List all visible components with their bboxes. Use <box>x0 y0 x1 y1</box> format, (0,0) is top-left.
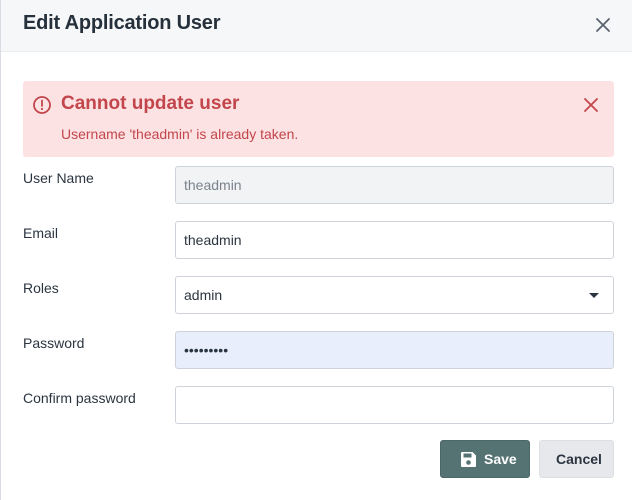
password-label: Password <box>23 335 85 351</box>
confirm-password-field[interactable] <box>175 386 614 424</box>
email-field[interactable]: theadmin <box>175 221 614 259</box>
cancel-button[interactable]: Cancel <box>539 440 614 478</box>
alert-close-icon[interactable] <box>581 95 601 115</box>
save-button-label: Save <box>484 451 517 467</box>
roles-select[interactable]: admin <box>175 276 614 314</box>
cancel-button-label: Cancel <box>556 451 602 467</box>
error-circle-icon <box>32 95 52 115</box>
alert-title: Cannot update user <box>61 93 240 114</box>
username-label: User Name <box>23 170 94 186</box>
username-field: theadmin <box>175 166 614 204</box>
chevron-down-icon <box>589 293 599 298</box>
roles-selected-value: admin <box>184 287 223 303</box>
password-field[interactable]: ••••••••• <box>175 331 614 369</box>
save-button[interactable]: Save <box>440 440 530 478</box>
alert-message: Username 'theadmin' is already taken. <box>61 126 299 142</box>
dialog-title: Edit Application User <box>23 12 221 34</box>
error-alert: Cannot update user Username 'theadmin' i… <box>23 81 614 157</box>
email-label: Email <box>23 225 59 241</box>
confirm-password-label: Confirm password <box>23 390 136 406</box>
dialog-header: Edit Application User <box>1 0 632 52</box>
floppy-disk-icon <box>460 451 477 468</box>
edit-user-dialog: Edit Application User Cannot update user… <box>0 0 632 500</box>
close-icon[interactable] <box>591 13 615 37</box>
roles-label: Roles <box>23 280 59 296</box>
